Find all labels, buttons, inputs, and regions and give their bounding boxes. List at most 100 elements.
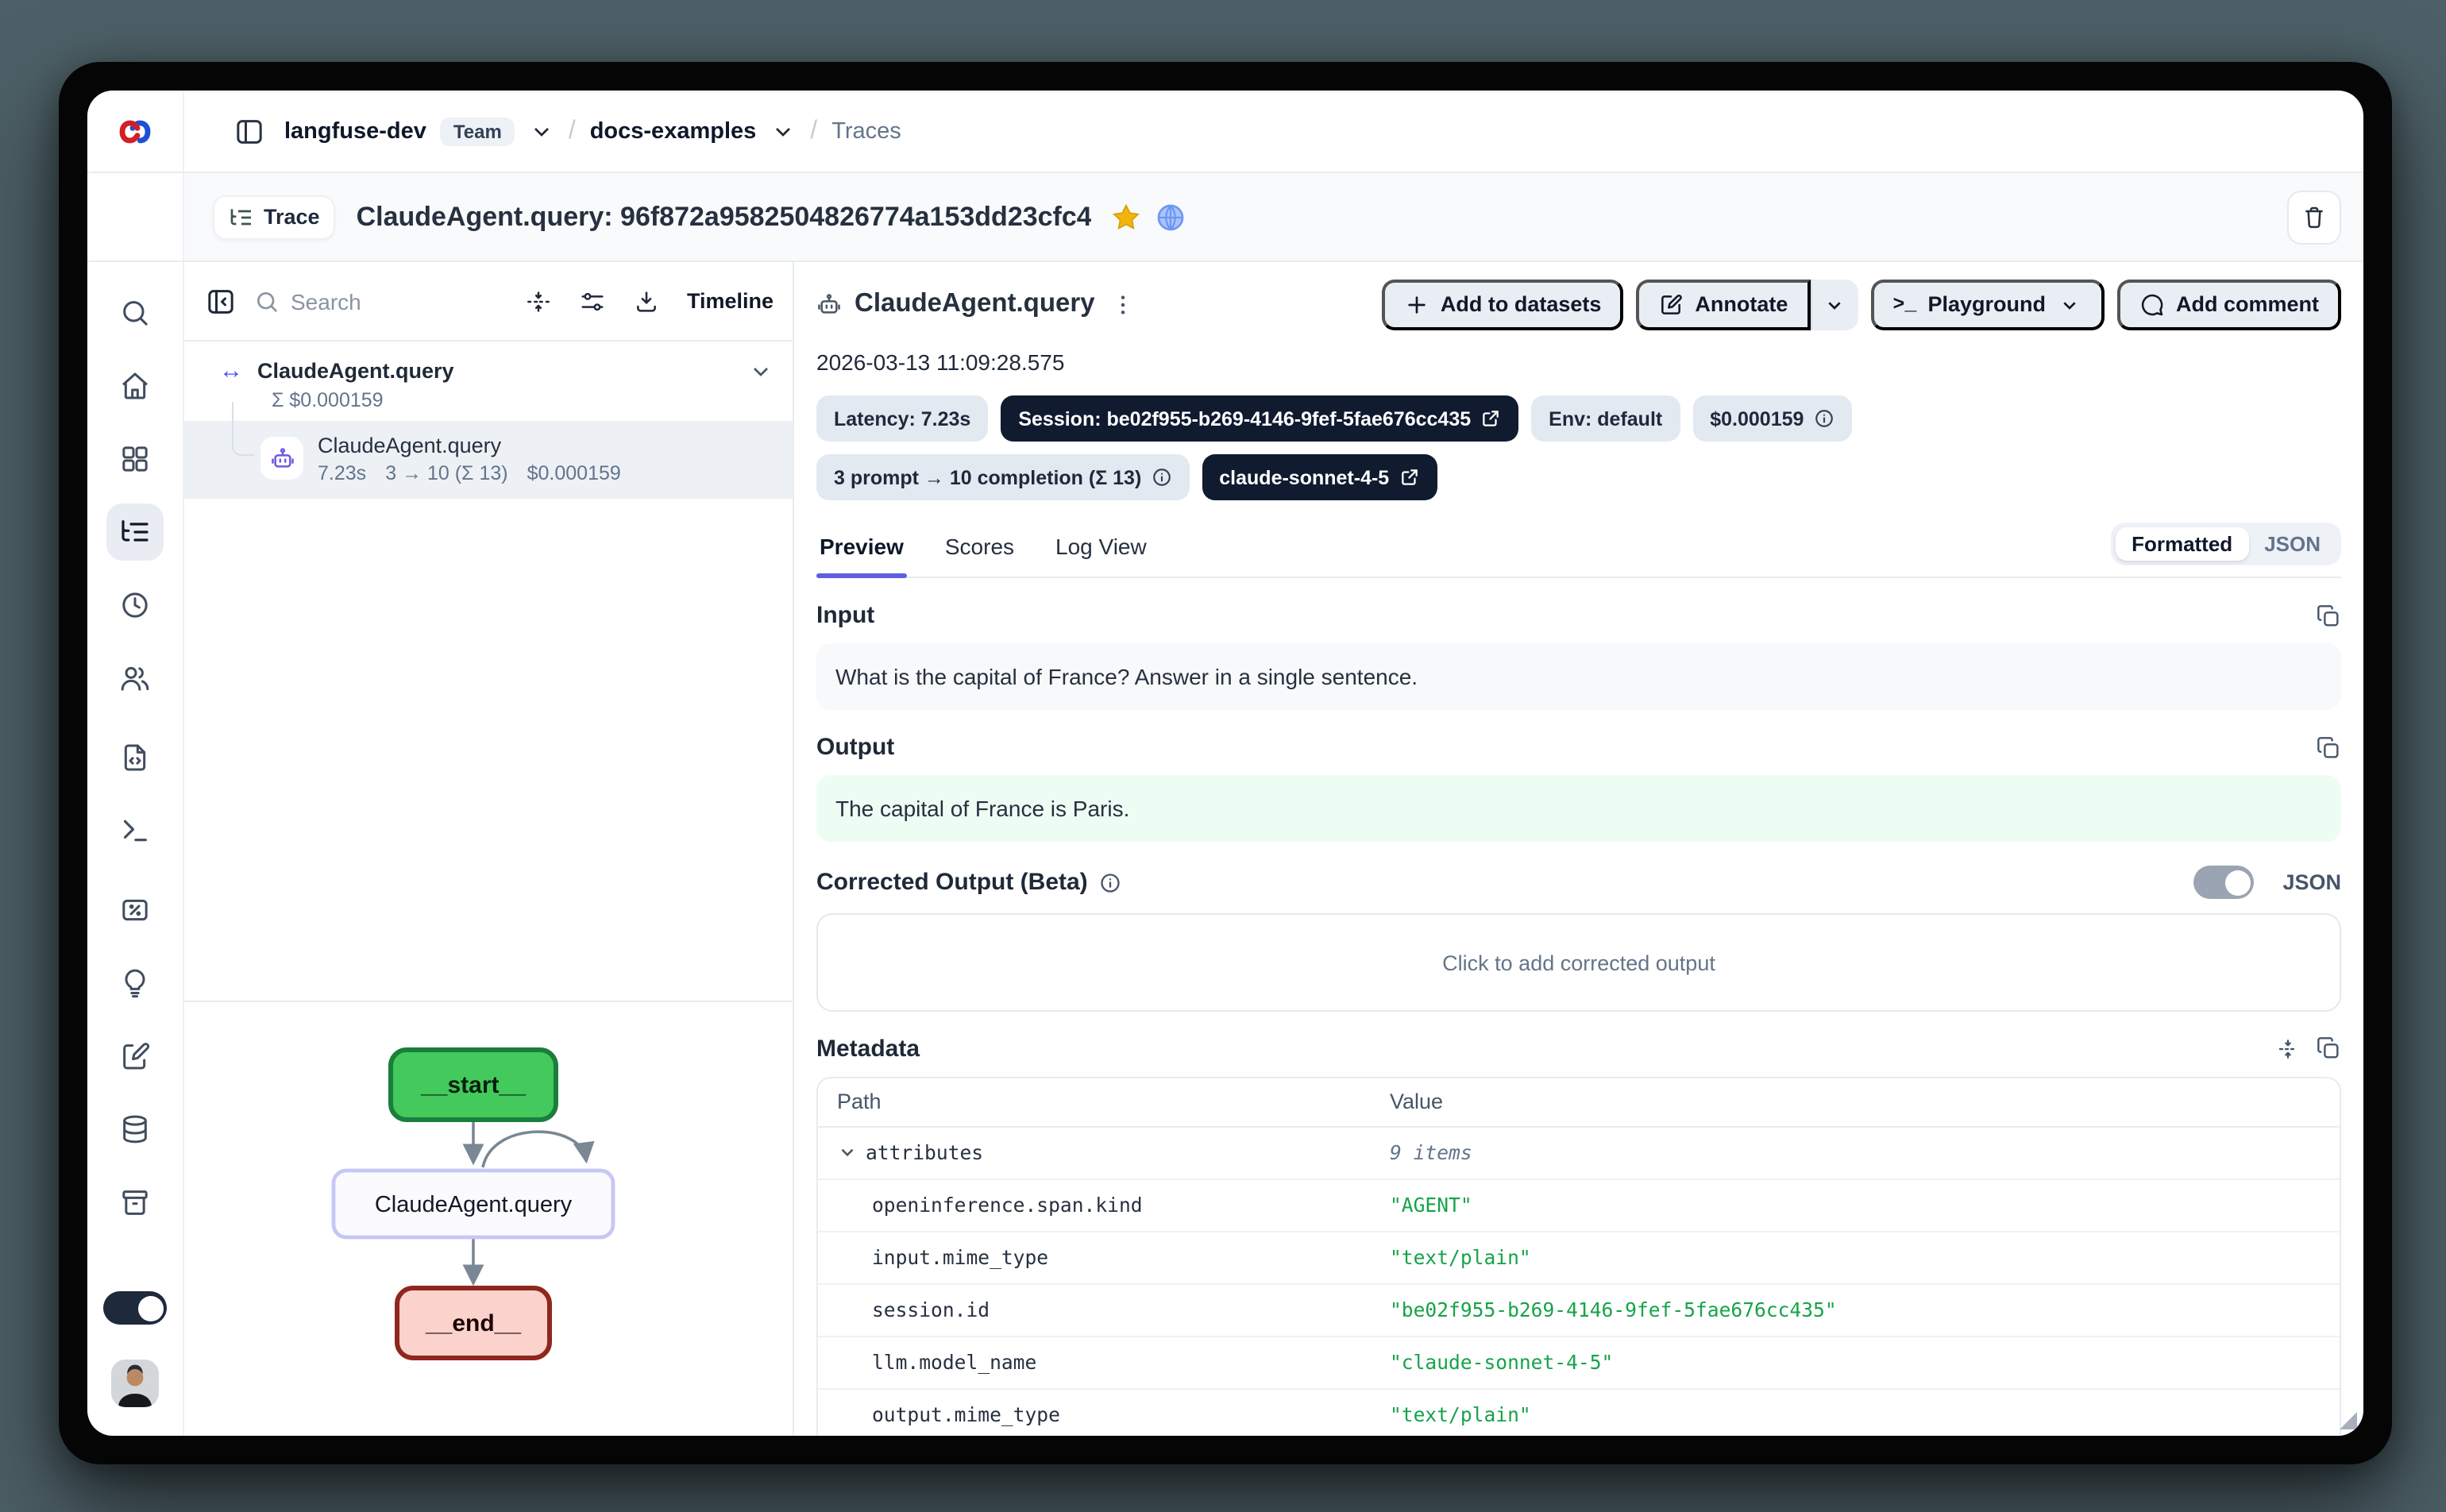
graph-node-agent[interactable]: ClaudeAgent.query <box>334 1171 613 1237</box>
delete-trace-button[interactable] <box>2287 190 2341 244</box>
observation-title: ClaudeAgent.query <box>855 289 1095 319</box>
collapse-all-icon[interactable] <box>519 280 560 322</box>
favorite-star-icon[interactable] <box>1111 201 1143 233</box>
models-archive-icon[interactable] <box>106 1174 164 1231</box>
copy-metadata-icon[interactable] <box>2316 1036 2341 1061</box>
tree-search-input[interactable] <box>291 288 434 314</box>
observation-bot-icon <box>816 291 842 317</box>
home-icon[interactable] <box>106 357 164 415</box>
breadcrumb-divider: / <box>810 117 817 145</box>
tab-scores[interactable]: Scores <box>942 524 1017 577</box>
tree-child-latency: 7.23s <box>318 462 366 484</box>
datasets-database-icon[interactable] <box>106 1101 164 1158</box>
svg-text:__start__: __start__ <box>420 1072 526 1098</box>
add-to-datasets-button[interactable]: Add to datasets <box>1382 279 1624 330</box>
breadcrumb-project[interactable]: docs-examples <box>590 118 757 144</box>
insights-lightbulb-icon[interactable] <box>106 955 164 1012</box>
terminal-glyph-icon: >_ <box>1892 293 1916 315</box>
screenshot-stage: langfuse-dev Team / docs-examples / Trac… <box>0 0 2446 1512</box>
tree-child-tokens: 3 → 10 (Σ 13) <box>385 462 507 484</box>
org-plan-badge: Team <box>441 117 515 145</box>
trace-title: ClaudeAgent.query: 96f872a9582504826774a… <box>357 201 1092 233</box>
tree-root-item[interactable]: ↔ ClaudeAgent.query Σ $0.000159 <box>184 341 793 421</box>
breadcrumb-divider: / <box>569 117 576 145</box>
app-window: langfuse-dev Team / docs-examples / Trac… <box>87 91 2363 1436</box>
format-option-json[interactable]: JSON <box>2248 528 2336 561</box>
annotations-clipboard-pen-icon[interactable] <box>106 1028 164 1085</box>
input-content: What is the capital of France? Answer in… <box>816 644 2341 711</box>
tokens-badge[interactable]: 3 prompt → 10 completion (Σ 13) <box>816 455 1189 501</box>
breadcrumb-page[interactable]: Traces <box>831 118 901 144</box>
tab-preview[interactable]: Preview <box>816 524 907 577</box>
tree-child-name: ClaudeAgent.query <box>318 434 621 457</box>
agent-bot-icon <box>260 437 303 480</box>
cost-badge[interactable]: $0.000159 <box>1692 396 1851 442</box>
prompts-file-code-icon[interactable] <box>106 729 164 786</box>
timeline-toggle-label[interactable]: Timeline <box>687 289 774 313</box>
model-badge[interactable]: claude-sonnet-4-5 <box>1202 455 1437 501</box>
tree-search <box>254 288 506 314</box>
window-frame: langfuse-dev Team / docs-examples / Trac… <box>59 62 2392 1464</box>
traces-icon[interactable] <box>106 503 164 561</box>
metadata-row: llm.model_name "claude-sonnet-4-5" <box>818 1336 2340 1389</box>
org-chevron-down-icon[interactable] <box>529 118 554 144</box>
user-avatar[interactable] <box>111 1360 159 1407</box>
tree-child-cost: $0.000159 <box>527 462 621 484</box>
agent-graph[interactable]: __start__ ClaudeAgent.query __end__ <box>184 1001 793 1436</box>
graph-node-end[interactable]: __end__ <box>397 1288 550 1358</box>
collapse-panel-icon[interactable] <box>200 280 241 322</box>
sidebar-toggle-icon[interactable] <box>229 110 270 152</box>
theme-toggle[interactable] <box>103 1291 167 1325</box>
annotate-button-group: Annotate <box>1636 279 1858 330</box>
trace-tree: ↔ ClaudeAgent.query Σ $0.000159 <box>184 341 793 1001</box>
corrected-output-placeholder[interactable]: Click to add corrected output <box>816 914 2341 1011</box>
observation-badges: Latency: 7.23s Session: be02f955-b269-41… <box>816 396 2135 501</box>
format-option-formatted[interactable]: Formatted <box>2116 528 2248 561</box>
project-chevron-down-icon[interactable] <box>770 118 796 144</box>
dashboard-icon[interactable] <box>106 430 164 488</box>
expand-metadata-icon[interactable] <box>2276 1036 2300 1060</box>
latency-badge: Latency: 7.23s <box>816 396 988 442</box>
tree-child-item-selected[interactable]: ClaudeAgent.query 7.23s 3 → 10 (Σ 13) $0… <box>184 421 793 499</box>
observation-panel: ClaudeAgent.query Add to datasets <box>794 262 2363 1436</box>
svg-text:ClaudeAgent.query: ClaudeAgent.query <box>375 1192 573 1217</box>
more-actions-kebab-icon[interactable] <box>1108 291 1140 317</box>
output-section-label: Output <box>816 735 894 762</box>
tree-toolbar: Timeline <box>184 262 793 341</box>
sessions-clock-icon[interactable] <box>106 577 164 634</box>
env-badge: Env: default <box>1531 396 1680 442</box>
corrected-output-label: Corrected Output (Beta) <box>816 870 1121 897</box>
trace-header-bar: Trace ClaudeAgent.query: 96f872a95825048… <box>87 173 2363 262</box>
metadata-row: session.id "be02f955-b269-4146-9fef-5fae… <box>818 1284 2340 1336</box>
tab-log-view[interactable]: Log View <box>1052 524 1150 577</box>
playground-terminal-icon[interactable] <box>106 802 164 859</box>
group-chevron-down-icon[interactable] <box>837 1142 858 1163</box>
output-content: The capital of France is Paris. <box>816 776 2341 843</box>
display-settings-icon[interactable] <box>573 280 614 322</box>
edge-agent-self-loop <box>483 1132 586 1167</box>
users-icon[interactable] <box>106 650 164 707</box>
tree-collapse-chevron-icon[interactable] <box>748 358 774 384</box>
svg-text:__end__: __end__ <box>425 1310 521 1336</box>
observation-tabs: Preview Scores Log View Formatted JSON <box>816 523 2341 579</box>
add-comment-button[interactable]: Add comment <box>2117 279 2341 330</box>
observation-timestamp: 2026-03-13 11:09:28.575 <box>816 350 2341 376</box>
metadata-row-group[interactable]: attributes 9 items <box>818 1127 2340 1179</box>
copy-output-icon[interactable] <box>2316 735 2341 761</box>
public-globe-icon[interactable] <box>1155 201 1187 233</box>
corrected-json-toggle[interactable] <box>2193 866 2254 900</box>
search-icon[interactable] <box>106 284 164 341</box>
playground-button[interactable]: >_ Playground <box>1870 279 2105 330</box>
download-icon[interactable] <box>627 280 668 322</box>
annotate-button[interactable]: Annotate <box>1636 279 1810 330</box>
breadcrumb-org[interactable]: langfuse-dev <box>284 118 426 144</box>
graph-node-start[interactable]: __start__ <box>391 1050 556 1120</box>
evaluation-percent-icon[interactable] <box>106 881 164 939</box>
annotate-dropdown-chevron-icon[interactable] <box>1810 279 1858 330</box>
org-logo-knot-icon[interactable] <box>119 115 151 147</box>
tree-connector <box>232 402 254 456</box>
trace-type-badge: Trace <box>213 195 336 239</box>
copy-input-icon[interactable] <box>2316 604 2341 629</box>
metadata-table: Path Value attributes 9 items <box>816 1076 2341 1436</box>
session-badge[interactable]: Session: be02f955-b269-4146-9fef-5fae676… <box>1001 396 1518 442</box>
